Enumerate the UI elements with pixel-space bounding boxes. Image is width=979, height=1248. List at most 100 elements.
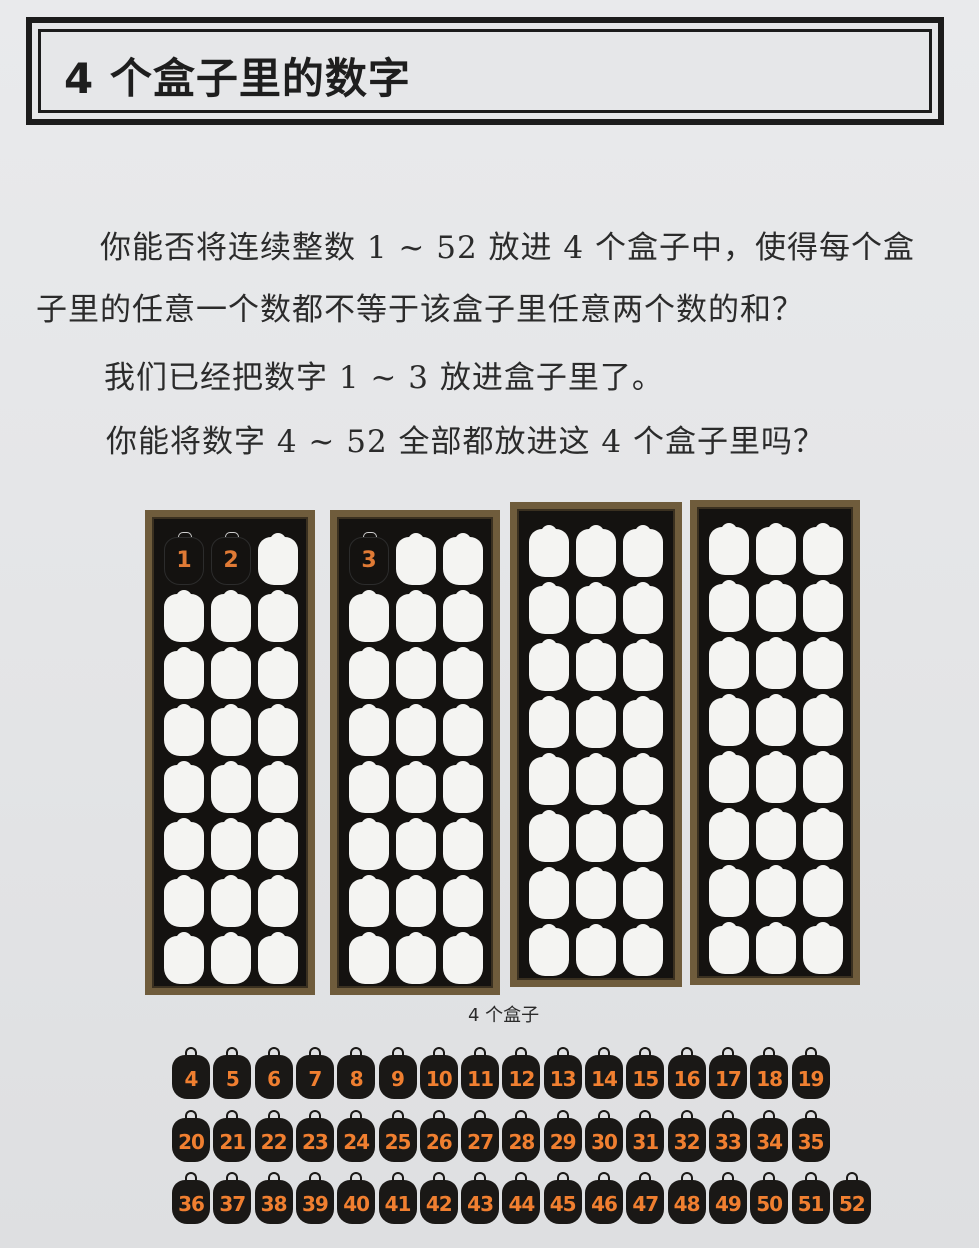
number-tile[interactable]: 13	[543, 1047, 582, 1099]
box-slot-empty[interactable]	[164, 647, 204, 699]
number-tile[interactable]: 44	[502, 1172, 541, 1224]
box-slot-empty[interactable]	[396, 590, 436, 642]
box-slot-empty[interactable]	[258, 704, 298, 756]
box-slot-empty[interactable]	[529, 867, 569, 919]
box-slot-empty[interactable]	[623, 867, 663, 919]
number-tile[interactable]: 14	[585, 1047, 623, 1099]
number-tile[interactable]: 41	[378, 1172, 417, 1224]
number-tile[interactable]: 47	[626, 1172, 665, 1224]
number-tile[interactable]: 43	[461, 1172, 500, 1224]
box-slot-empty[interactable]	[211, 761, 251, 813]
box-slot-empty[interactable]	[443, 590, 483, 642]
box-slot-empty[interactable]	[349, 875, 389, 927]
number-tile[interactable]: 45	[543, 1172, 582, 1224]
box-slot-empty[interactable]	[164, 590, 204, 642]
box-slot-empty[interactable]	[623, 639, 663, 691]
box-slot-empty[interactable]	[756, 922, 796, 974]
number-tile[interactable]: 20	[172, 1110, 210, 1162]
box-slot-empty[interactable]	[803, 637, 843, 689]
box-slot-empty[interactable]	[709, 865, 749, 917]
box-slot-empty[interactable]	[803, 751, 843, 803]
box-slot-empty[interactable]	[211, 647, 251, 699]
box-slot-empty[interactable]	[576, 525, 616, 577]
box-slot-empty[interactable]	[576, 753, 616, 805]
number-tile[interactable]: 18	[750, 1047, 789, 1099]
number-tile[interactable]: 48	[667, 1172, 706, 1224]
box-slot-empty[interactable]	[164, 818, 204, 870]
box-slot-empty[interactable]	[756, 580, 796, 632]
box-slot-empty[interactable]	[623, 582, 663, 634]
box-slot-empty[interactable]	[709, 637, 749, 689]
number-tile[interactable]: 52	[832, 1172, 871, 1224]
number-tile[interactable]: 50	[750, 1172, 789, 1224]
box-slot-empty[interactable]	[396, 704, 436, 756]
number-tile[interactable]: 9	[378, 1047, 417, 1099]
box-slot-empty[interactable]	[349, 590, 389, 642]
box-slot-empty[interactable]	[529, 525, 569, 577]
box-slot-empty[interactable]	[396, 647, 436, 699]
box-slot-empty[interactable]	[756, 523, 796, 575]
box-slot-empty[interactable]	[211, 818, 251, 870]
number-tile[interactable]: 4	[172, 1047, 210, 1099]
box-slot-empty[interactable]	[623, 753, 663, 805]
box-slot-empty[interactable]	[576, 582, 616, 634]
number-tile[interactable]: 5	[213, 1047, 252, 1099]
box-slot-empty[interactable]	[211, 590, 251, 642]
number-tile[interactable]: 7	[295, 1047, 334, 1099]
box-slot-empty[interactable]	[709, 808, 749, 860]
box-slot-filled[interactable]: 1	[164, 532, 204, 585]
number-tile[interactable]: 35	[791, 1110, 830, 1162]
box-slot-empty[interactable]	[803, 808, 843, 860]
number-tile[interactable]: 37	[213, 1172, 252, 1224]
box-slot-empty[interactable]	[623, 696, 663, 748]
number-tile[interactable]: 24	[337, 1110, 376, 1162]
box-slot-empty[interactable]	[756, 865, 796, 917]
box-slot-empty[interactable]	[349, 932, 389, 984]
number-tile[interactable]: 51	[791, 1172, 830, 1224]
box-slot-empty[interactable]	[756, 751, 796, 803]
box-slot-filled[interactable]: 3	[349, 532, 389, 585]
box-slot-empty[interactable]	[396, 875, 436, 927]
number-tile[interactable]: 15	[626, 1047, 665, 1099]
box-slot-empty[interactable]	[396, 932, 436, 984]
number-tile[interactable]: 36	[172, 1172, 210, 1224]
box-slot-empty[interactable]	[623, 525, 663, 577]
box-slot-empty[interactable]	[756, 694, 796, 746]
number-tile[interactable]: 21	[213, 1110, 252, 1162]
box-slot-empty[interactable]	[623, 810, 663, 862]
box-slot-empty[interactable]	[576, 924, 616, 976]
box-slot-empty[interactable]	[756, 808, 796, 860]
box-slot-empty[interactable]	[258, 590, 298, 642]
box-slot-empty[interactable]	[258, 875, 298, 927]
box-slot-empty[interactable]	[709, 523, 749, 575]
box-slot-empty[interactable]	[803, 694, 843, 746]
box-slot-empty[interactable]	[576, 696, 616, 748]
number-tile[interactable]: 6	[254, 1047, 293, 1099]
box-slot-empty[interactable]	[211, 704, 251, 756]
box-slot-empty[interactable]	[623, 924, 663, 976]
box-slot-empty[interactable]	[803, 922, 843, 974]
box-slot-empty[interactable]	[756, 637, 796, 689]
box-slot-empty[interactable]	[709, 694, 749, 746]
number-tile[interactable]: 46	[585, 1172, 623, 1224]
box-slot-empty[interactable]	[529, 639, 569, 691]
number-tile[interactable]: 10	[419, 1047, 458, 1099]
number-tile[interactable]: 29	[543, 1110, 582, 1162]
number-tile[interactable]: 8	[337, 1047, 376, 1099]
box-slot-empty[interactable]	[258, 761, 298, 813]
number-tile[interactable]: 40	[337, 1172, 376, 1224]
box-slot-empty[interactable]	[443, 875, 483, 927]
box-slot-empty[interactable]	[211, 875, 251, 927]
box-slot-empty[interactable]	[258, 647, 298, 699]
box-slot-empty[interactable]	[258, 533, 298, 585]
box-slot-empty[interactable]	[211, 932, 251, 984]
box-slot-empty[interactable]	[803, 580, 843, 632]
number-tile[interactable]: 31	[626, 1110, 665, 1162]
number-tile[interactable]: 11	[461, 1047, 500, 1099]
number-tile[interactable]: 22	[254, 1110, 293, 1162]
number-tile[interactable]: 30	[585, 1110, 623, 1162]
box-slot-empty[interactable]	[349, 761, 389, 813]
box-slot-empty[interactable]	[529, 753, 569, 805]
number-tile[interactable]: 19	[791, 1047, 830, 1099]
number-tile[interactable]: 27	[461, 1110, 500, 1162]
